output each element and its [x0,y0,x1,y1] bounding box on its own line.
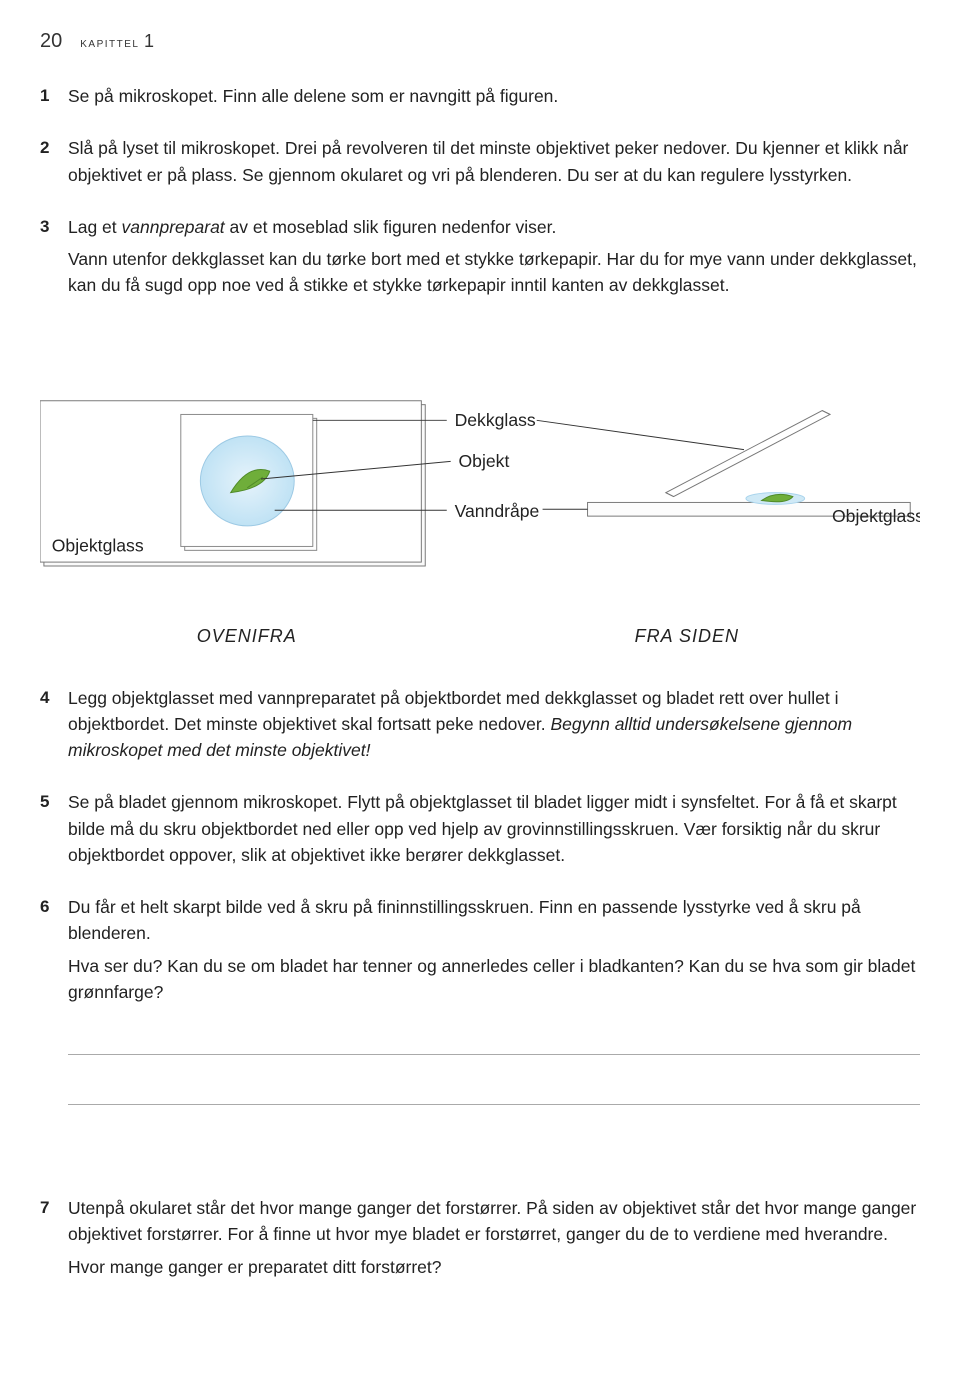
figure-captions: OVENIFRA FRA SIDEN [40,626,920,647]
label-objektglass-left: Objektglass [52,535,144,555]
text-run: av et moseblad slik figuren nedenfor vis… [225,217,557,237]
page-number: 20 [40,30,62,53]
text-run: Lag et [68,217,122,237]
paragraph: Hva ser du? Kan du se om bladet har tenn… [68,953,920,1006]
paragraph: Vann utenfor dekkglasset kan du tørke bo… [68,246,920,299]
item-body: Legg objektglasset med vannpreparatet på… [68,685,920,770]
text-run: Slå på lyset til mikroskopet. Drei på re… [68,138,908,184]
instruction-list-top: 1Se på mikroskopet. Finn alle delene som… [40,83,920,305]
diagram-vannpreparat: Dekkglass Objekt Vanndråpe Objektglass [40,353,920,603]
text-run: Du får et helt skarpt bilde ved å skru p… [68,897,861,943]
item-body: Se på mikroskopet. Finn alle delene som … [68,83,920,115]
paragraph: Se på bladet gjennom mikroskopet. Flytt … [68,789,920,868]
answer-line[interactable] [68,1069,920,1105]
item-body: Se på bladet gjennom mikroskopet. Flytt … [68,789,920,874]
item-number: 1 [40,83,68,115]
list-item: 1Se på mikroskopet. Finn alle delene som… [40,83,920,115]
side-view-group [588,410,911,516]
item-number: 7 [40,1195,68,1286]
list-item: 7Utenpå okularet står det hvor mange gan… [40,1195,920,1286]
item-body: Du får et helt skarpt bilde ved å skru p… [68,894,920,1105]
caption-frasiden: FRA SIDEN [454,626,920,647]
answer-line[interactable] [68,1019,920,1055]
paragraph: Legg objektglasset med vannpreparatet på… [68,685,920,764]
list-item: 3Lag et vannpreparat av et moseblad slik… [40,214,920,305]
paragraph: Slå på lyset til mikroskopet. Drei på re… [68,135,920,188]
item-body: Utenpå okularet står det hvor mange gang… [68,1195,920,1286]
list-item: 5Se på bladet gjennom mikroskopet. Flytt… [40,789,920,874]
paragraph: Hvor mange ganger er preparatet ditt for… [68,1254,920,1280]
item-number: 4 [40,685,68,770]
page: 20 kapittel 1 1Se på mikroskopet. Finn a… [0,0,960,1346]
item-number: 2 [40,135,68,194]
label-dekkglass: Dekkglass [455,410,536,430]
item-number: 6 [40,894,68,1105]
text-run: Hvor mange ganger er preparatet ditt for… [68,1257,442,1277]
list-item: 4Legg objektglasset med vannpreparatet p… [40,685,920,770]
paragraph: Lag et vannpreparat av et moseblad slik … [68,214,920,240]
item-number: 3 [40,214,68,305]
text-run: Utenpå okularet står det hvor mange gang… [68,1198,916,1244]
list-item: 6Du får et helt skarpt bilde ved å skru … [40,894,920,1105]
answer-lines [68,1019,920,1105]
instruction-list-mid: 4Legg objektglasset med vannpreparatet p… [40,685,920,1106]
text-run: Se på bladet gjennom mikroskopet. Flytt … [68,792,897,865]
label-objekt: Objekt [458,451,509,471]
caption-ovenifra: OVENIFRA [40,626,454,647]
instruction-list-bottom: 7Utenpå okularet står det hvor mange gan… [40,1195,920,1286]
paragraph: Du får et helt skarpt bilde ved å skru p… [68,894,920,947]
item-body: Slå på lyset til mikroskopet. Drei på re… [68,135,920,194]
text-run: vannpreparat [122,217,225,237]
chapter-number: 1 [144,31,156,51]
item-number: 5 [40,789,68,874]
chapter-label: kapittel 1 [80,31,155,52]
spacer [40,1125,920,1195]
text-run: Vann utenfor dekkglasset kan du tørke bo… [68,249,917,295]
list-item: 2Slå på lyset til mikroskopet. Drei på r… [40,135,920,194]
page-header: 20 kapittel 1 [40,30,920,53]
paragraph: Utenpå okularet står det hvor mange gang… [68,1195,920,1248]
label-vanndrape: Vanndråpe [455,501,540,521]
label-objektglass-right: Objektglass [832,506,920,526]
paragraph: Se på mikroskopet. Finn alle delene som … [68,83,920,109]
text-run: Se på mikroskopet. Finn alle delene som … [68,86,558,106]
chapter-word: kapittel [80,34,139,50]
text-run: Hva ser du? Kan du se om bladet har tenn… [68,956,915,1002]
figure-wrap: Dekkglass Objekt Vanndråpe Objektglass [40,353,920,647]
item-body: Lag et vannpreparat av et moseblad slik … [68,214,920,305]
